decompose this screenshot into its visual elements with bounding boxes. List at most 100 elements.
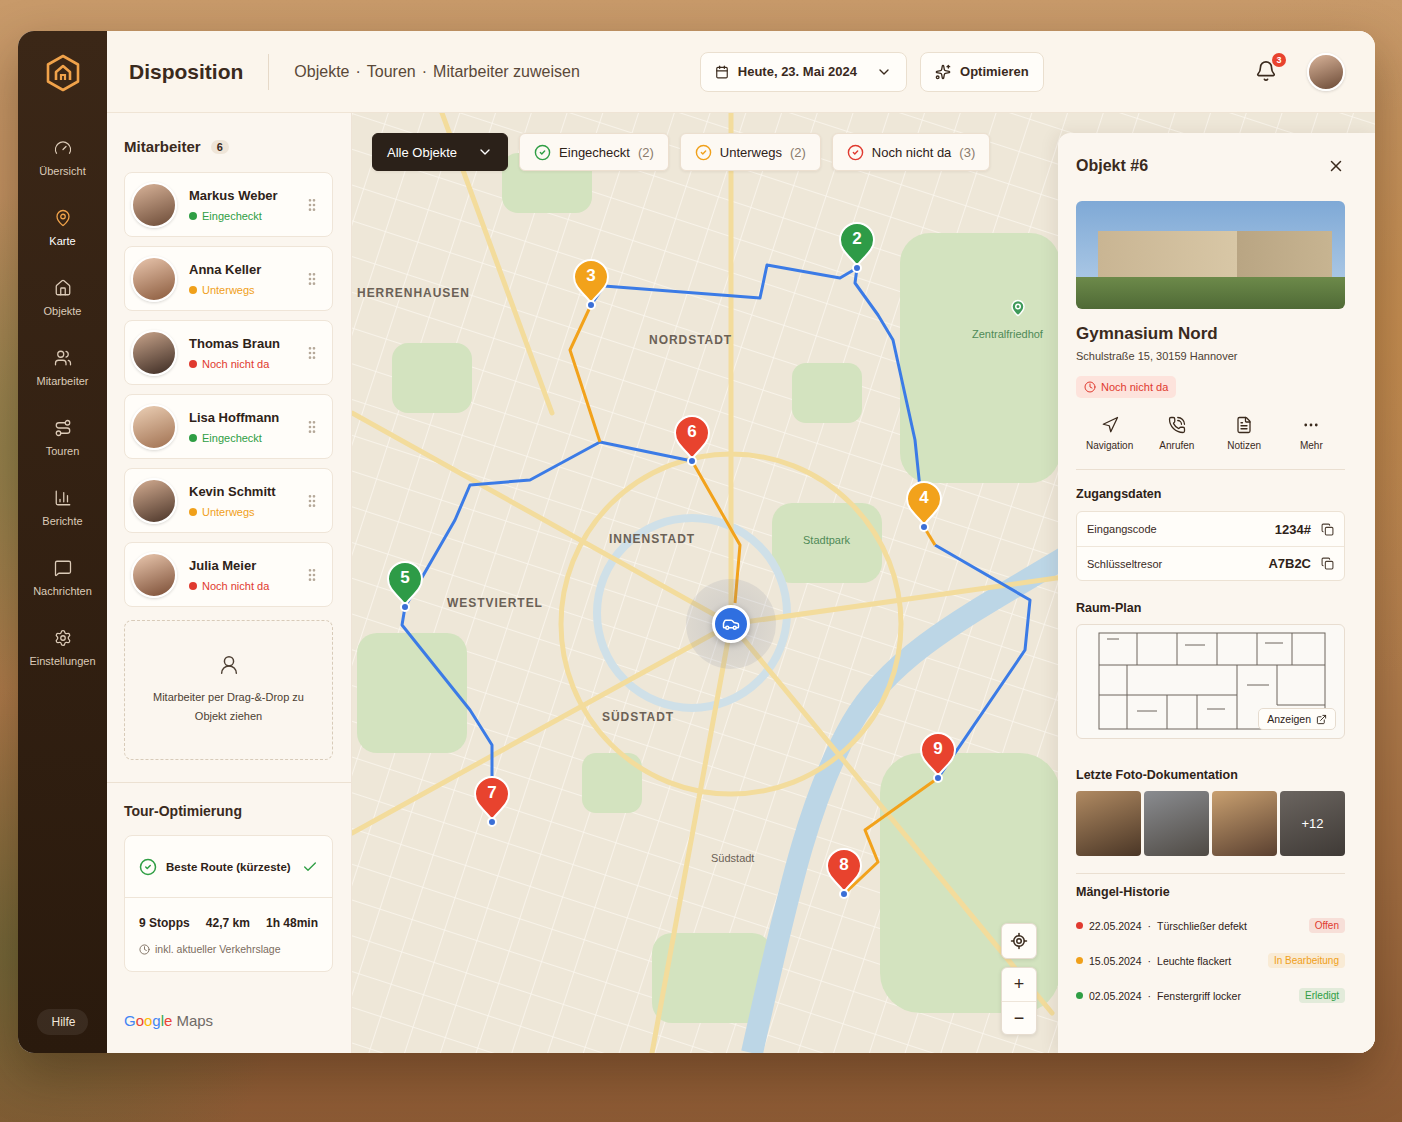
map-pin[interactable]: 2 <box>839 222 875 274</box>
drag-handle-icon[interactable] <box>304 419 320 435</box>
action-button[interactable]: Anrufen <box>1143 416 1210 451</box>
action-button[interactable]: Notizen <box>1211 416 1278 451</box>
filter-chip[interactable]: Alle Objekte <box>372 133 508 171</box>
employee-card[interactable]: Kevin SchmittUnterwegs <box>124 468 333 533</box>
drop-zone[interactable]: Mitarbeiter per Drag-&-Drop zu Objekt zi… <box>124 620 333 760</box>
main: DispositionObjekte·Touren·Mitarbeiter zu… <box>107 31 1375 1053</box>
employee-photo <box>131 256 177 302</box>
employee-card[interactable]: Lisa Hoffmann Eingecheckt <box>124 394 333 459</box>
defect-list: 22.05.2024·Türschließer defektOffen15.05… <box>1076 908 1345 1013</box>
locate-button[interactable] <box>1001 923 1037 959</box>
breadcrumb[interactable]: Touren <box>367 63 416 81</box>
chevron-down-icon <box>876 64 892 80</box>
status-dot <box>189 212 197 220</box>
employee-card[interactable]: Thomas BraunNoch nicht da <box>124 320 333 385</box>
pin-number: 6 <box>674 422 710 442</box>
sidebar-item[interactable]: Objekte <box>18 279 107 349</box>
pin-number: 3 <box>573 266 609 286</box>
employee-card[interactable]: Markus WeberEingecheckt <box>124 172 333 237</box>
panel-header: Objekt #6 <box>1076 153 1345 179</box>
nav-icon <box>54 139 72 157</box>
route-option[interactable]: Beste Route (kürzeste) <box>125 836 332 898</box>
sidebar-item[interactable]: Einstellungen <box>18 629 107 699</box>
drag-handle-icon[interactable] <box>304 345 320 361</box>
action-button[interactable]: Navigation <box>1076 416 1143 451</box>
employee-name: Kevin Schmitt <box>189 484 292 499</box>
divider <box>1076 873 1345 874</box>
show-plan-button[interactable]: Anzeigen <box>1258 708 1336 730</box>
map-pin[interactable]: 4 <box>906 481 942 533</box>
employee-name: Lisa Hoffmann <box>189 410 292 425</box>
user-avatar[interactable] <box>1307 53 1345 91</box>
drag-handle-icon[interactable] <box>304 567 320 583</box>
section-title: Raum-Plan <box>1076 601 1345 615</box>
status-dot <box>189 434 197 442</box>
breadcrumb[interactable]: Objekte <box>294 63 349 81</box>
sidebar-item[interactable]: Touren <box>18 419 107 489</box>
sidebar-item[interactable]: Karte <box>18 209 107 279</box>
sidebar-item[interactable]: Übersicht <box>18 139 107 209</box>
count-badge: 6 <box>211 140 229 154</box>
employee-status: Eingecheckt <box>189 432 292 444</box>
photo-thumbnail[interactable] <box>1212 791 1277 856</box>
action-button[interactable]: Mehr <box>1278 416 1345 451</box>
employee-list: Markus WeberEingecheckt Anna KellerUnterw… <box>124 172 333 607</box>
help-button[interactable]: Hilfe <box>37 1009 87 1035</box>
house-logo-icon[interactable] <box>43 53 83 93</box>
notifications-button[interactable]: 3 <box>1255 60 1279 84</box>
map-area-label: INNENSTADT <box>609 532 695 546</box>
photo-thumbnail[interactable] <box>1144 791 1209 856</box>
sidebar-item[interactable]: Mitarbeiter <box>18 349 107 419</box>
map-pin[interactable]: 6 <box>674 415 710 467</box>
filter-chip[interactable]: Eingecheckt(2) <box>519 133 669 171</box>
top-bar: DispositionObjekte·Touren·Mitarbeiter zu… <box>107 31 1375 113</box>
object-name: Gymnasium Nord <box>1076 325 1345 343</box>
photo-thumbnail[interactable] <box>1076 791 1141 856</box>
sidebar-item[interactable]: Nachrichten <box>18 559 107 629</box>
sidebar-item[interactable]: Berichte <box>18 489 107 559</box>
copy-button[interactable] <box>1321 557 1334 570</box>
optimize-button[interactable]: Optimieren <box>920 52 1044 92</box>
drag-handle-icon[interactable] <box>304 271 320 287</box>
object-address: Schulstraße 15, 30159 Hannover <box>1076 350 1345 362</box>
zoom-control: +− <box>1001 967 1037 1035</box>
employee-card[interactable]: Anna KellerUnterwegs <box>124 246 333 311</box>
section-title: Mängel-Historie <box>1076 885 1345 899</box>
defect-row[interactable]: 22.05.2024·Türschließer defektOffen <box>1076 908 1345 943</box>
close-button[interactable] <box>1327 157 1345 175</box>
employee-card[interactable]: Julia MeierNoch nicht da <box>124 542 333 607</box>
filter-chip[interactable]: Noch nicht da(3) <box>832 133 990 171</box>
page-background: ÜbersichtKarteObjekteMitarbeiterTourenBe… <box>0 0 1402 1122</box>
car-icon <box>722 615 740 633</box>
breadcrumb[interactable]: Mitarbeiter zuweisen <box>433 63 580 81</box>
copy-button[interactable] <box>1321 523 1334 536</box>
zoom-button[interactable]: + <box>1002 968 1036 1001</box>
more-photos[interactable]: +12 <box>1280 791 1345 856</box>
map-pin[interactable]: 9 <box>920 732 956 784</box>
zoom-button[interactable]: − <box>1002 1001 1036 1034</box>
map-area-label: SÜDSTADT <box>602 710 674 724</box>
vehicle-marker[interactable] <box>712 605 750 643</box>
clock-icon <box>1084 381 1096 393</box>
map[interactable]: HERRENHAUSENNORDSTADTINNENSTADTWESTVIERT… <box>352 113 1375 1053</box>
status-dot <box>1076 922 1083 929</box>
calendar-icon <box>715 65 729 79</box>
map-pin[interactable]: 5 <box>387 561 423 613</box>
map-pin[interactable]: 8 <box>826 848 862 900</box>
content: Mitarbeiter6 Markus WeberEingecheckt Anna … <box>107 113 1375 1053</box>
drag-handle-icon[interactable] <box>304 197 320 213</box>
drag-handle-icon[interactable] <box>304 493 320 509</box>
status-dot <box>1076 992 1083 999</box>
defect-row[interactable]: 15.05.2024·Leuchte flackertIn Bearbeitun… <box>1076 943 1345 978</box>
defect-row[interactable]: 02.05.2024·Fenstergriff lockerErledigt <box>1076 978 1345 1013</box>
map-area-label: NORDSTADT <box>649 333 732 347</box>
filter-chip[interactable]: Unterwegs(2) <box>680 133 821 171</box>
map-area-label: WESTVIERTEL <box>447 596 543 610</box>
action-icon <box>1168 416 1186 434</box>
date-picker[interactable]: Heute, 23. Mai 2024 <box>700 52 907 92</box>
pin-number: 2 <box>839 229 875 249</box>
panel-header: Mitarbeiter6 <box>124 138 333 155</box>
map-pin[interactable]: 3 <box>573 259 609 311</box>
cemetery-pin-icon <box>1009 299 1027 321</box>
map-pin[interactable]: 7 <box>474 776 510 828</box>
